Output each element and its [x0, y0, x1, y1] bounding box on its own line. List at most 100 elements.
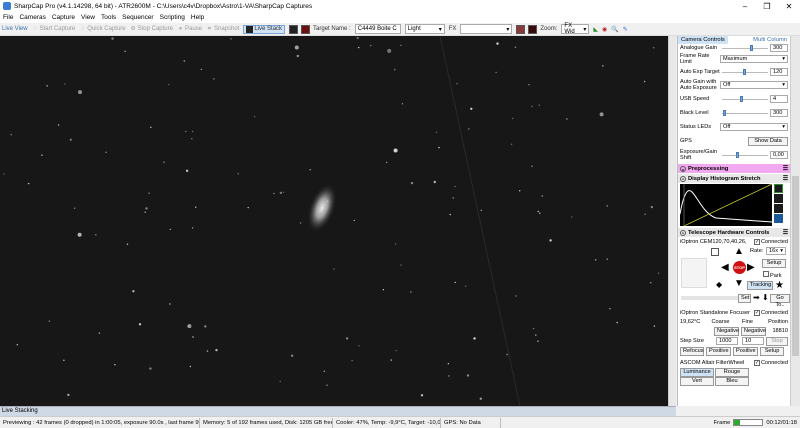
frame-type-select[interactable]: Light ▾ — [404, 24, 445, 34]
menu-sequencer[interactable]: Sequencer — [122, 14, 153, 21]
zoom-in-icon[interactable]: 🔍 — [611, 26, 618, 33]
analogue-gain-input[interactable]: 300 — [770, 44, 788, 52]
mount-connected-checkbox[interactable]: ✓ — [753, 238, 760, 245]
telescope-header[interactable]: ^ Telescope Hardware Controls ☰ — [678, 228, 790, 237]
color-swatch-dark-icon[interactable] — [528, 24, 538, 34]
menu-scripting[interactable]: Scripting — [160, 14, 185, 21]
zoom-select[interactable]: FX Wid ▾ — [561, 23, 590, 35]
park-control[interactable]: Park — [763, 271, 782, 279]
stop-button[interactable]: STOP — [733, 261, 746, 274]
rate-select[interactable]: 16x ▾ — [766, 247, 786, 255]
filter-bleu-button[interactable]: Bleu — [715, 377, 749, 386]
live-stack-button[interactable]: Live Stack — [243, 24, 286, 34]
coarse-step-input[interactable]: 1000 — [716, 337, 738, 345]
goto-button[interactable]: Go To.. — [770, 294, 790, 308]
focuser-stop-button[interactable]: Stop — [766, 336, 788, 346]
live-stacking-strip[interactable]: Live Stacking — [0, 406, 676, 416]
live-view-button[interactable]: Live View — [2, 26, 28, 32]
auto-gain-select[interactable]: Off ▾ — [720, 81, 788, 89]
mount-setup-button[interactable]: Setup — [762, 259, 786, 268]
snapshot-button[interactable]: ⌗ Snapshot — [206, 26, 240, 33]
arrow-right-icon[interactable]: ▶ — [747, 262, 755, 273]
target-icon[interactable]: ◉ — [602, 26, 607, 33]
usb-speed-input[interactable]: 4 — [770, 95, 788, 103]
auto-stretch-icon[interactable] — [774, 184, 783, 193]
color-swatch-icon[interactable] — [516, 24, 526, 34]
black-level-slider[interactable] — [722, 110, 768, 116]
preprocessing-header[interactable]: v Preprocessing ☰ — [678, 164, 790, 173]
target-name-input[interactable]: C4449 Boite C — [354, 24, 401, 34]
coarse-negative-button[interactable]: Negative — [714, 326, 739, 336]
arrow-down-icon[interactable]: ⬇ — [762, 293, 769, 302]
arrow-left-icon[interactable]: ◀ — [721, 262, 729, 273]
home-icon[interactable]: ◆ — [716, 280, 722, 289]
menu-file[interactable]: File — [3, 14, 13, 21]
histogram-header[interactable]: ^ Display Histogram Stretch ☰ — [678, 174, 790, 183]
dark-frame-icon[interactable] — [289, 24, 299, 34]
panel-scrollbar[interactable] — [790, 36, 800, 406]
menu-icon[interactable]: ☰ — [783, 230, 788, 236]
menu-icon[interactable]: ☰ — [783, 176, 788, 182]
menu-help[interactable]: Help — [191, 14, 204, 21]
tracking-button[interactable]: Tracking — [747, 281, 773, 290]
tab-camera-controls[interactable]: Camera Controls — [678, 36, 728, 44]
panel-scrollbar-thumb[interactable] — [792, 176, 799, 356]
mount-control-area: ▲ ◀ ▶ ▼ STOP ◆ Rate: 16x ▾ Setup Park Tra… — [678, 246, 790, 308]
fine-step-input[interactable]: 10 — [742, 337, 764, 345]
menu-capture[interactable]: Capture — [52, 14, 75, 21]
reset-icon[interactable] — [774, 204, 783, 213]
star-icon[interactable]: ★ — [775, 280, 784, 291]
fine-positive-button[interactable]: Positive — [733, 346, 758, 356]
start-capture-button[interactable]: ◌ Start Capture — [32, 26, 75, 33]
image-viewer[interactable] — [0, 36, 676, 406]
close-button[interactable]: ✕ — [778, 0, 800, 12]
analogue-gain-slider[interactable] — [722, 45, 768, 51]
move-icon[interactable] — [774, 194, 783, 203]
maximize-button[interactable]: ❐ — [756, 0, 778, 12]
fine-negative-button[interactable]: Negative — [741, 326, 766, 336]
arrow-right-icon[interactable]: ➡ — [753, 293, 760, 302]
filter-vert-button[interactable]: Vert — [680, 377, 714, 386]
coarse-positive-button[interactable]: Positive — [706, 346, 731, 356]
status-bar: Previewing : 42 frames (0 dropped) in 1:… — [0, 416, 800, 428]
tools-icon[interactable]: ✎ — [623, 26, 628, 33]
filter-luminance-button[interactable]: Luminance — [680, 368, 714, 377]
arrow-down-icon[interactable]: ▼ — [734, 278, 744, 289]
stop-capture-button[interactable]: ⊘ Stop Capture — [130, 26, 173, 33]
menu-icon[interactable]: ☰ — [783, 166, 788, 172]
star — [358, 345, 360, 347]
star — [16, 344, 18, 346]
menu-view[interactable]: View — [81, 14, 95, 21]
status-leds-select[interactable]: Off ▾ — [720, 123, 788, 131]
fx-select[interactable]: ▾ — [460, 24, 513, 34]
mount-square-icon[interactable] — [711, 248, 719, 256]
auto-exp-target-slider[interactable] — [722, 69, 768, 75]
histogram-plot[interactable] — [680, 184, 772, 226]
menu-cameras[interactable]: Cameras — [19, 14, 45, 21]
arrow-up-icon[interactable]: ▲ — [734, 246, 744, 257]
focuser-setup-button[interactable]: Setup — [760, 346, 784, 356]
tab-multi-column[interactable]: Multi Column — [750, 36, 790, 44]
pause-button[interactable]: ⏸ Pause — [177, 26, 202, 33]
exp-gain-shift-slider[interactable] — [722, 152, 768, 158]
frame-rate-select[interactable]: Maximum ▾ — [720, 55, 788, 63]
usb-speed-slider[interactable] — [722, 96, 768, 102]
flat-frame-icon[interactable] — [301, 24, 311, 34]
black-level-input[interactable]: 300 — [770, 109, 788, 117]
save-icon[interactable] — [774, 214, 783, 223]
show-data-button[interactable]: Show Data — [748, 136, 788, 146]
focuser-connected-checkbox[interactable]: ✓ — [753, 309, 760, 316]
refocus-button[interactable]: Refocus — [680, 346, 704, 356]
quick-capture-button[interactable]: ◌ Quick Capture — [79, 26, 126, 33]
auto-gain-label: Auto Gain with Auto Exposure — [680, 79, 717, 91]
auto-exp-target-input[interactable]: 120 — [770, 68, 788, 76]
viewer-scrollbar[interactable] — [668, 36, 676, 406]
filter-connected-checkbox[interactable]: ✓ — [753, 360, 760, 366]
filter-rouge-button[interactable]: Rouge — [715, 368, 749, 377]
histogram-icon[interactable]: ◣ — [593, 26, 598, 33]
menu-tools[interactable]: Tools — [101, 14, 116, 21]
exp-gain-shift-input[interactable]: 0,00 — [770, 151, 788, 159]
park-checkbox[interactable] — [763, 271, 769, 277]
minimize-button[interactable]: – — [734, 0, 756, 12]
set-button[interactable]: Set — [738, 294, 751, 303]
